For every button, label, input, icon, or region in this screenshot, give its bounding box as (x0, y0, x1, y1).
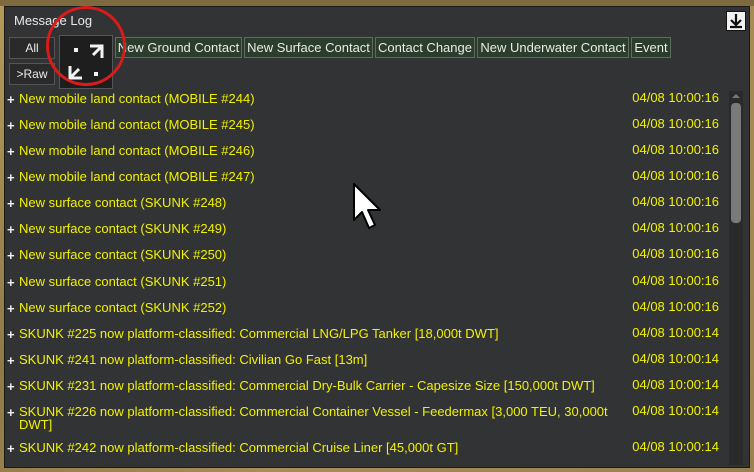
message-text: New surface contact (SKUNK #251) (19, 274, 227, 289)
message-text: New surface contact (SKUNK #249) (19, 221, 227, 236)
message-time: 04/08 10:00:14 (632, 403, 719, 418)
message-text: New mobile land contact (MOBILE #245) (19, 117, 255, 132)
expand-arrows-icon (68, 44, 104, 80)
plus-icon[interactable]: + (7, 196, 15, 211)
plus-icon[interactable]: + (7, 301, 15, 316)
download-button[interactable] (726, 11, 746, 31)
filter-new-ground-contact-button[interactable]: New Ground Contact (115, 37, 242, 58)
plus-icon[interactable]: + (7, 144, 15, 159)
filter-contact-change-button[interactable]: Contact Change (375, 37, 475, 58)
message-text: SKUNK #241 now platform-classified: Civi… (19, 352, 368, 367)
plus-icon[interactable]: + (7, 92, 15, 107)
message-time: 04/08 10:00:16 (632, 246, 719, 261)
plus-icon[interactable]: + (7, 118, 15, 133)
message-text: New surface contact (SKUNK #248) (19, 195, 227, 210)
message-time: 04/08 10:00:16 (632, 142, 719, 157)
message-time: 04/08 10:00:16 (632, 168, 719, 183)
message-text: New surface contact (SKUNK #252) (19, 300, 227, 315)
message-time: 04/08 10:00:14 (632, 439, 719, 454)
message-time: 04/08 10:00:16 (632, 273, 719, 288)
plus-icon[interactable]: + (7, 405, 15, 420)
message-time: 04/08 10:00:16 (632, 299, 719, 314)
scroll-thumb[interactable] (731, 103, 741, 223)
plus-icon[interactable]: + (7, 170, 15, 185)
filter-new-surface-contact-button[interactable]: New Surface Contact (244, 37, 373, 58)
message-text: SKUNK #226 now platform-classified: Comm… (19, 404, 608, 432)
message-time: 04/08 10:00:16 (632, 90, 719, 105)
log-scrollbar[interactable] (729, 91, 743, 465)
panel-title: Message Log (14, 13, 93, 28)
filter-all-button[interactable]: All (9, 37, 55, 59)
download-arrow-icon (730, 14, 742, 29)
expand-button[interactable] (59, 35, 113, 89)
message-text: SKUNK #231 now platform-classified: Comm… (19, 378, 595, 393)
plus-icon[interactable]: + (7, 379, 15, 394)
message-text: New surface contact (SKUNK #250) (19, 247, 227, 262)
plus-icon[interactable]: + (7, 353, 15, 368)
message-text: New mobile land contact (MOBILE #246) (19, 143, 255, 158)
message-list: + New mobile land contact (MOBILE #244) … (4, 82, 720, 460)
plus-icon[interactable]: + (7, 248, 15, 263)
message-text: New mobile land contact (MOBILE #244) (19, 91, 255, 106)
message-time: 04/08 10:00:14 (632, 377, 719, 392)
message-time: 04/08 10:00:16 (632, 116, 719, 131)
filter-new-underwater-contact-button[interactable]: New Underwater Contact (477, 37, 629, 58)
message-text: New mobile land contact (MOBILE #247) (19, 169, 255, 184)
plus-icon[interactable]: + (7, 441, 15, 456)
message-time: 04/08 10:00:16 (632, 220, 719, 235)
message-text: SKUNK #242 now platform-classified: Comm… (19, 440, 459, 455)
scroll-up-icon (732, 94, 740, 98)
message-time: 04/08 10:00:16 (632, 194, 719, 209)
message-text: SKUNK #225 now platform-classified: Comm… (19, 326, 499, 341)
plus-icon[interactable]: + (7, 327, 15, 342)
message-time: 04/08 10:00:14 (632, 325, 719, 340)
plus-icon[interactable]: + (7, 222, 15, 237)
plus-icon[interactable]: + (7, 275, 15, 290)
message-time: 04/08 10:00:14 (632, 351, 719, 366)
filter-event-button[interactable]: Event (631, 37, 671, 58)
